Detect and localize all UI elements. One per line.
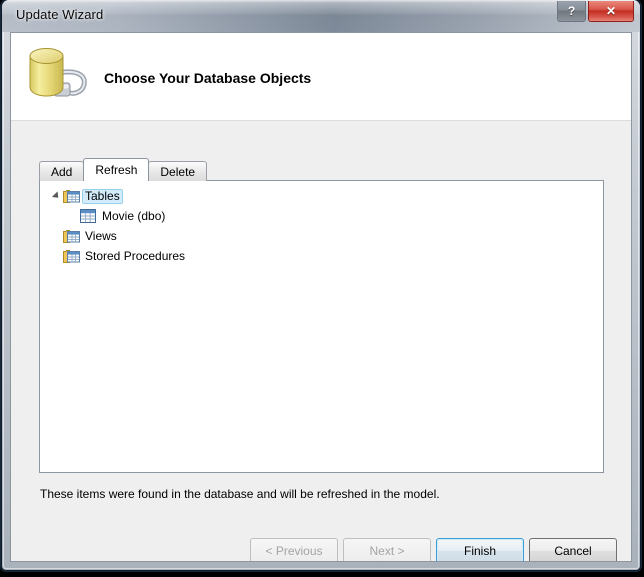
cancel-button[interactable]: Cancel <box>529 538 617 561</box>
tab-add-label: Add <box>51 164 73 179</box>
title-bar[interactable]: Update Wizard ? ✕ <box>2 0 640 32</box>
dialog-window: Update Wizard ? ✕ Choose Your Database O… <box>2 0 640 570</box>
tab-delete[interactable]: Delete <box>148 161 208 181</box>
views-folder-icon <box>63 229 82 244</box>
tab-strip: Add Refresh Delete <box>39 158 208 181</box>
tree-item-movie-dbo[interactable]: Movie (dbo) <box>40 207 603 225</box>
close-button[interactable]: ✕ <box>588 1 634 22</box>
status-message: These items were found in the database a… <box>40 487 440 501</box>
tree-item-views-label: Views <box>85 228 117 243</box>
help-button[interactable]: ? <box>557 1 586 22</box>
dialog-button-bar: < Previous Next > Finish Cancel <box>11 530 631 561</box>
tables-folder-icon <box>63 189 82 204</box>
tab-refresh-label: Refresh <box>95 163 138 177</box>
stored-procedures-folder-icon <box>63 249 82 264</box>
database-connection-icon <box>29 48 87 97</box>
question-mark-icon: ? <box>567 4 576 18</box>
tree-item-views[interactable]: Views <box>40 227 603 245</box>
previous-button[interactable]: < Previous <box>250 538 338 561</box>
finish-button[interactable]: Finish <box>436 538 524 561</box>
table-icon <box>80 209 99 223</box>
tree-item-tables-label: Tables <box>82 188 123 204</box>
tab-refresh[interactable]: Refresh <box>83 158 150 181</box>
finish-button-label: Finish <box>463 544 496 558</box>
expander-collapse-icon[interactable] <box>48 191 63 201</box>
page-title: Choose Your Database Objects <box>104 70 312 86</box>
tree-item-movie-dbo-label: Movie (dbo) <box>102 208 166 223</box>
tree-item-stored-procedures[interactable]: Stored Procedures <box>40 247 603 265</box>
tab-add[interactable]: Add <box>39 161 85 181</box>
tab-delete-label: Delete <box>160 164 196 179</box>
tree-item-tables[interactable]: Tables <box>40 187 603 205</box>
next-button-label: Next > <box>369 544 405 558</box>
window-title: Update Wizard <box>16 7 104 22</box>
previous-button-label: < Previous <box>265 544 323 558</box>
database-objects-tree[interactable]: Tables Movie (dbo) Views Stored Procedur… <box>39 180 604 473</box>
close-icon: ✕ <box>605 4 617 18</box>
cancel-button-label: Cancel <box>554 544 592 558</box>
tree-item-stored-procedures-label: Stored Procedures <box>85 248 186 263</box>
dialog-client-area: Choose Your Database Objects Add Refresh… <box>10 32 632 562</box>
next-button[interactable]: Next > <box>343 538 431 561</box>
wizard-header: Choose Your Database Objects <box>11 33 631 121</box>
